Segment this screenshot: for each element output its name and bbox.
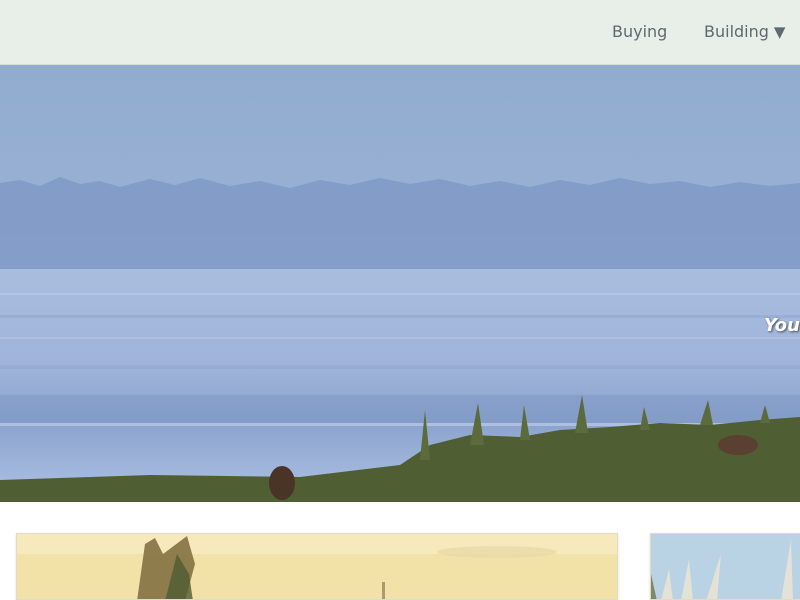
hero-landscape-image: [0, 65, 800, 502]
card-2-image: [651, 534, 800, 599]
nav-label-building: Building: [704, 22, 769, 41]
nav-link-building[interactable]: Building ▼: [704, 22, 785, 41]
card-1-image: [17, 534, 617, 599]
animal-right: [718, 435, 758, 455]
hero-banner: You: [0, 65, 800, 502]
chevron-down-icon: ▼: [773, 23, 786, 41]
feature-card-1[interactable]: [16, 533, 618, 600]
hero-tagline: You: [764, 315, 800, 336]
nav-label-buying: Buying: [612, 22, 668, 41]
feature-card-2[interactable]: [650, 533, 800, 600]
nav-link-buying[interactable]: Buying: [612, 22, 667, 41]
top-navigation-bar: Buying Building ▼: [0, 0, 800, 65]
animal-left: [269, 466, 295, 500]
